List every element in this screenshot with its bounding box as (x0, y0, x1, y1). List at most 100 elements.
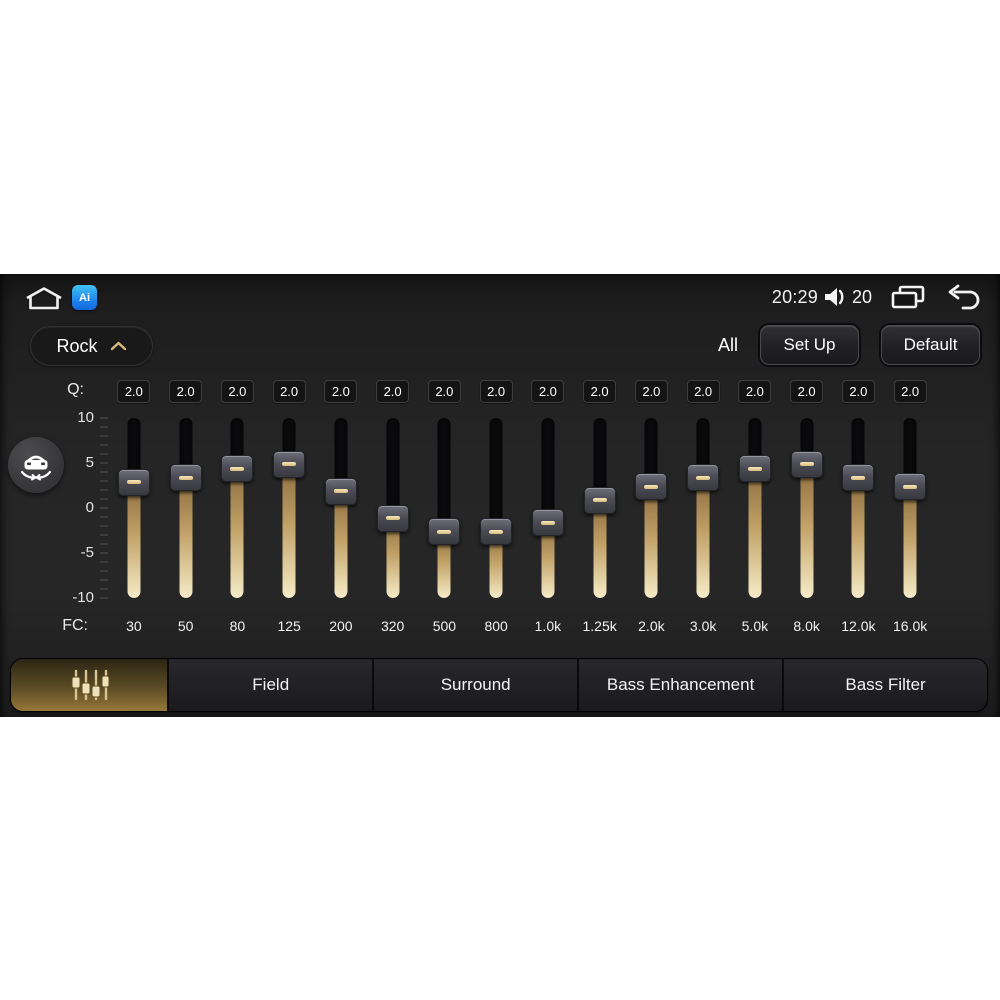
gain-slider[interactable] (531, 418, 565, 598)
eq-band-12.0k: 2.0 12.0k (833, 380, 885, 650)
eq-band-5.0k: 2.0 5.0k (729, 380, 781, 650)
handle-grip-mark (903, 484, 918, 489)
gain-slider[interactable] (583, 418, 617, 598)
slider-handle[interactable] (428, 518, 461, 545)
slider-handle[interactable] (273, 450, 306, 478)
handle-grip-mark (696, 475, 711, 480)
slider-handle[interactable] (480, 518, 513, 545)
ruler-tick (100, 480, 108, 482)
q-value-box[interactable]: 2.0 (272, 380, 306, 403)
slider-fill (903, 485, 917, 598)
slider-handle[interactable] (531, 509, 564, 536)
freq-label: 320 (380, 618, 405, 634)
status-right-cluster: 20:29 20 (772, 282, 982, 312)
gain-slider[interactable] (220, 418, 254, 598)
setup-button[interactable]: Set Up (760, 325, 859, 365)
q-value-box[interactable]: 2.0 (531, 380, 565, 403)
gain-slider[interactable] (738, 418, 772, 598)
freq-label: 2.0k (638, 618, 665, 634)
slider-handle[interactable] (169, 464, 202, 491)
gain-slider[interactable] (272, 418, 306, 598)
handle-grip-mark (282, 462, 297, 466)
q-value-box[interactable]: 2.0 (583, 380, 617, 403)
ai-app-icon-text: Ai (79, 291, 90, 304)
eq-band-125: 2.0 125 (263, 380, 315, 650)
freq-label: 12.0k (841, 618, 876, 634)
slider-handle[interactable] (687, 464, 720, 491)
all-label[interactable]: All (718, 335, 738, 356)
default-button[interactable]: Default (881, 325, 980, 365)
q-value-box[interactable]: 2.0 (841, 380, 875, 403)
gain-slider[interactable] (686, 418, 720, 598)
ruler-tick (100, 561, 108, 563)
slider-handle[interactable] (738, 455, 771, 482)
handle-grip-mark (126, 480, 141, 484)
q-value-box[interactable]: 2.0 (427, 380, 461, 403)
slider-handle[interactable] (117, 468, 150, 496)
eq-sliders-icon (69, 668, 110, 702)
ruler-tick (100, 435, 108, 437)
q-value-box[interactable]: 2.0 (738, 380, 772, 403)
tab-field[interactable]: Field (167, 659, 373, 711)
gain-slider[interactable] (841, 418, 875, 598)
tab-equalizer[interactable] (11, 659, 168, 711)
preset-dropdown[interactable]: Rock (30, 326, 153, 366)
q-value-box[interactable]: 2.0 (169, 380, 203, 403)
q-row-label: Q: (67, 381, 84, 398)
volume-icon[interactable] (823, 285, 849, 309)
tab-surround[interactable]: Surround (372, 659, 578, 711)
slider-handle[interactable] (842, 464, 875, 491)
q-value-box[interactable]: 2.0 (634, 380, 668, 403)
tab-bass-filter[interactable]: Bass Filter (782, 659, 987, 711)
ruler-tick (100, 525, 108, 527)
eq-band-320: 2.0 320 (367, 380, 419, 650)
gain-slider[interactable] (427, 418, 461, 598)
gain-slider[interactable] (169, 418, 203, 598)
back-icon[interactable] (946, 284, 982, 310)
gain-slider[interactable] (893, 418, 927, 598)
q-value-box[interactable]: 2.0 (790, 380, 824, 403)
eq-band-200: 2.0 200 (315, 380, 367, 650)
car-view-button[interactable] (8, 437, 64, 493)
home-icon[interactable] (24, 285, 64, 311)
slider-handle[interactable] (894, 473, 927, 500)
eq-band-800: 2.0 800 (470, 380, 522, 650)
q-value-box[interactable]: 2.0 (117, 380, 151, 403)
freq-label: 30 (126, 618, 142, 634)
slider-handle[interactable] (376, 504, 409, 532)
ruler-tick (100, 516, 108, 518)
q-value-box[interactable]: 2.0 (479, 380, 513, 403)
recents-icon[interactable] (890, 284, 926, 310)
q-value-box[interactable]: 2.0 (324, 380, 358, 403)
slider-handle[interactable] (583, 486, 616, 514)
handle-grip-mark (540, 520, 555, 525)
q-value-box[interactable]: 2.0 (686, 380, 720, 403)
slider-handle[interactable] (221, 455, 254, 482)
eq-bands: 2.0 30 2.0 50 2.0 80 2.0 125 2.0 200 2.0 320 2.0 500 2… (108, 380, 936, 650)
freq-label: 1.25k (582, 618, 617, 634)
gain-slider[interactable] (324, 418, 358, 598)
clock: 20:29 (771, 286, 818, 307)
toolbar-right: All Set Up Default (718, 325, 980, 365)
slider-handle[interactable] (790, 450, 823, 478)
q-value-box[interactable]: 2.0 (376, 380, 410, 403)
q-value-box[interactable]: 2.0 (220, 380, 254, 403)
freq-label: 500 (432, 618, 457, 634)
handle-grip-mark (333, 489, 348, 493)
handle-grip-mark (437, 529, 452, 534)
q-value-box[interactable]: 2.0 (893, 380, 927, 403)
axis-tick-label: 10 (77, 409, 94, 426)
gain-slider[interactable] (634, 418, 668, 598)
tab-bass-enhancement[interactable]: Bass Enhancement (577, 659, 783, 711)
ai-assistant-app-icon[interactable]: Ai (72, 285, 97, 310)
gain-slider[interactable] (790, 418, 824, 598)
ruler-tick (100, 552, 108, 554)
gain-slider[interactable] (376, 418, 410, 598)
slider-handle[interactable] (635, 473, 668, 500)
gain-slider[interactable] (479, 418, 513, 598)
slider-handle[interactable] (324, 477, 357, 505)
slider-fill (127, 481, 141, 598)
freq-label: 80 (229, 618, 246, 634)
gain-slider[interactable] (117, 418, 151, 598)
chevron-up-icon (110, 341, 127, 351)
